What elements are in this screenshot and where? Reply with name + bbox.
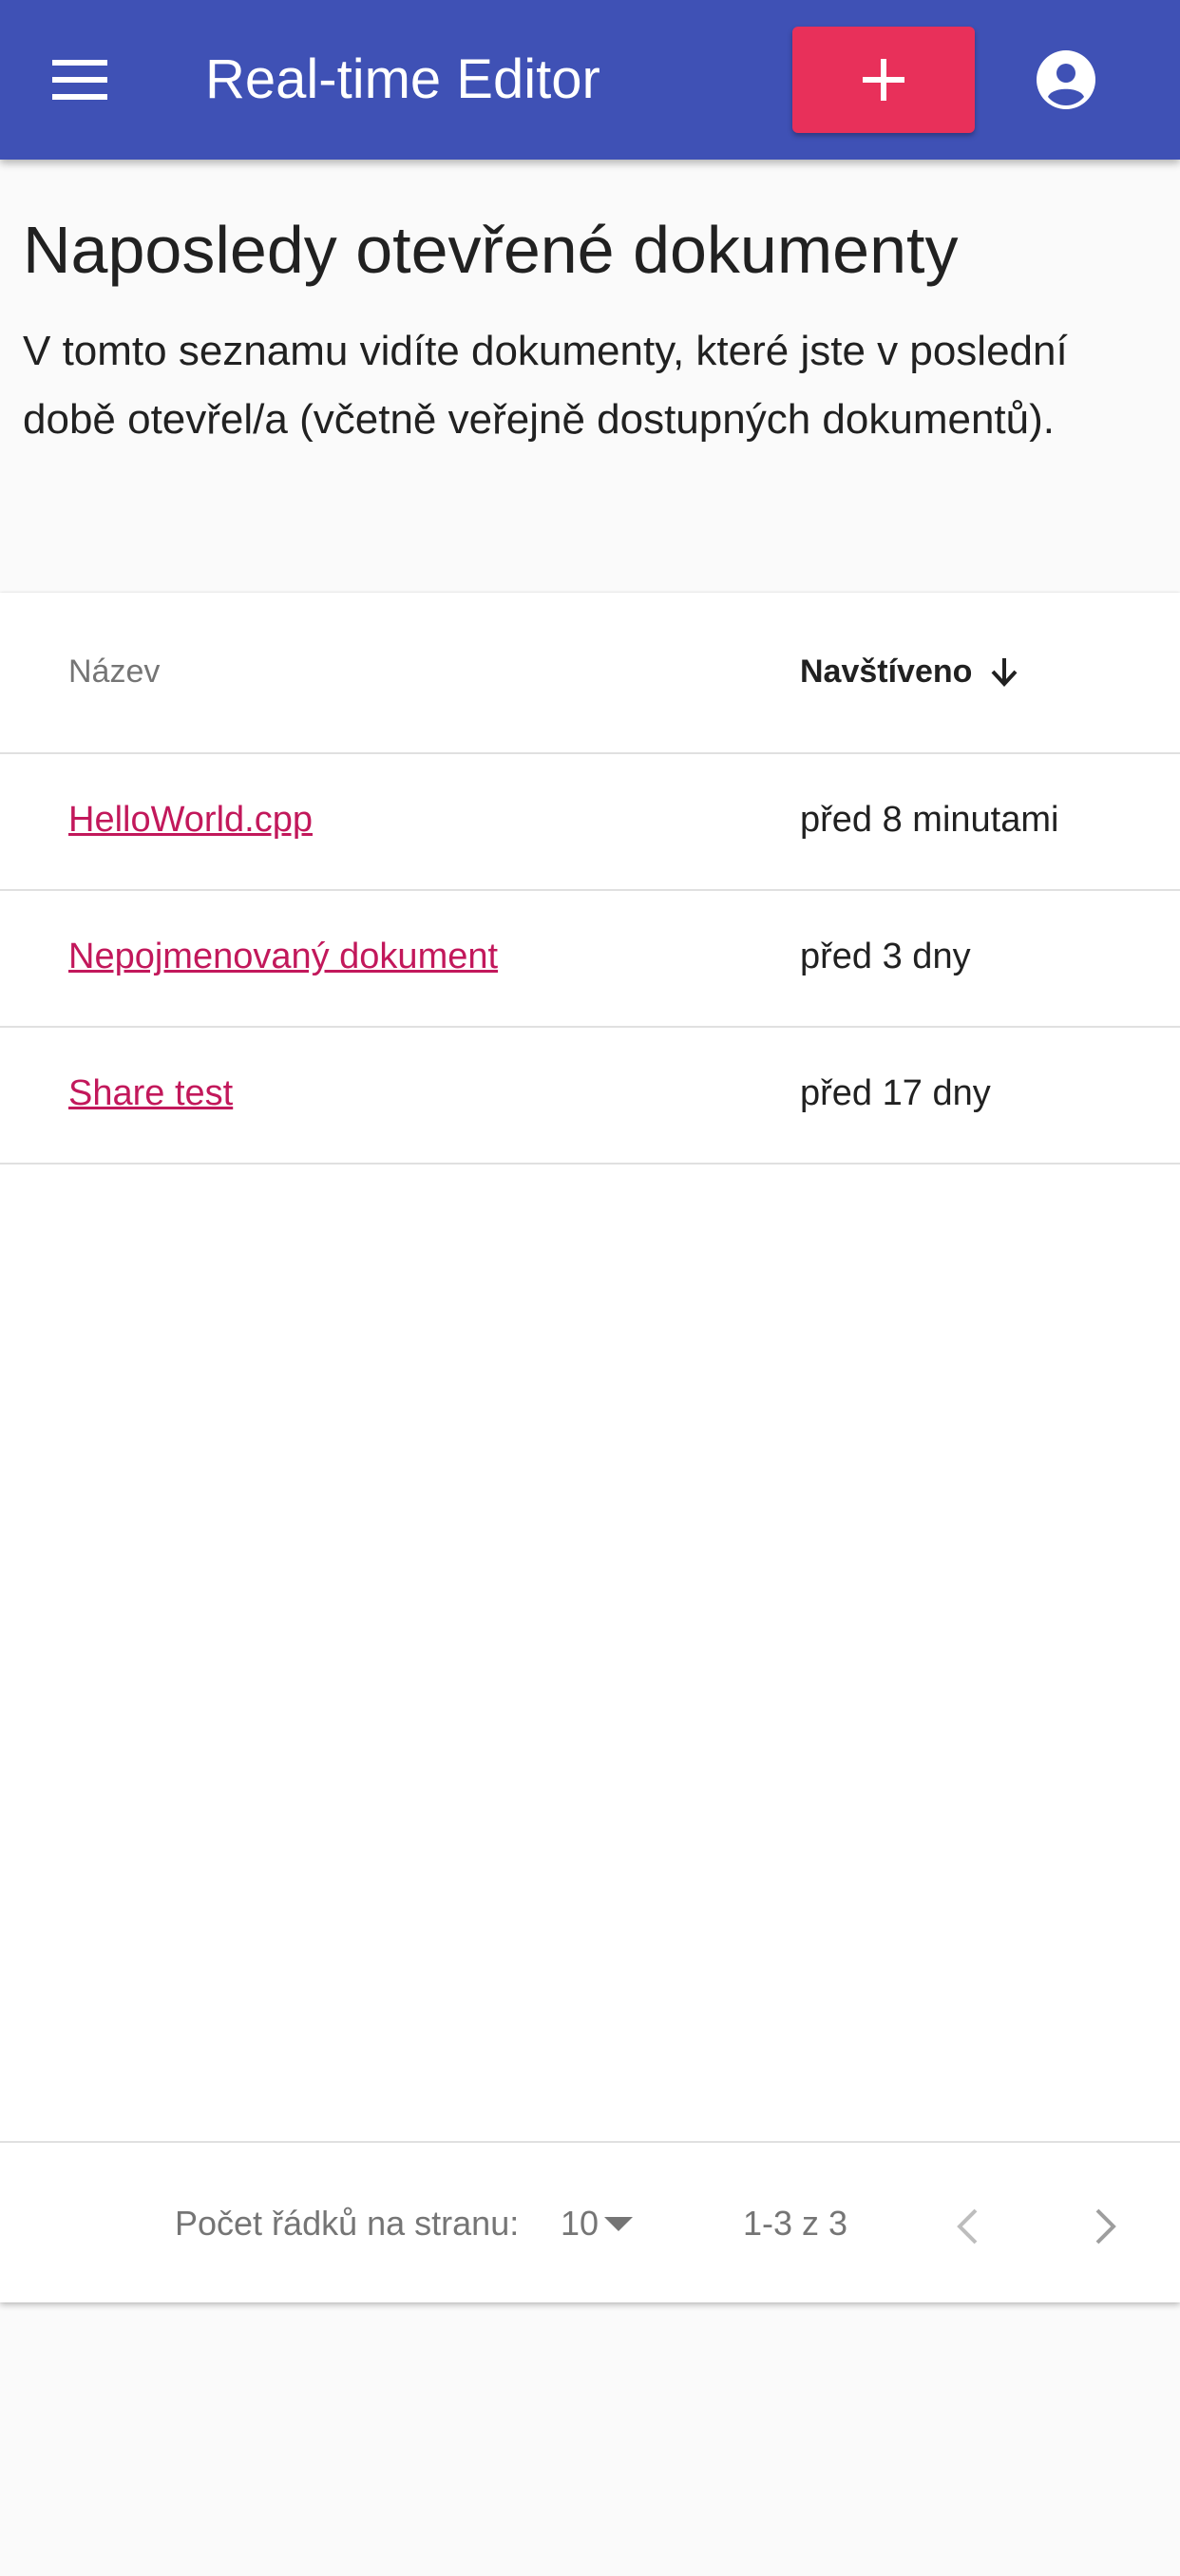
- document-link[interactable]: Nepojmenovaný dokument: [68, 933, 498, 980]
- menu-icon: [52, 60, 107, 100]
- next-page-button[interactable]: [1070, 2190, 1142, 2263]
- recent-documents-table: Název Navštíveno HelloWorld.cpp před 8 m…: [0, 593, 1180, 2302]
- chevron-left-icon: [955, 2207, 980, 2245]
- table-header: Název Navštíveno: [0, 593, 1180, 754]
- visited-time: před 8 minutami: [800, 800, 1059, 840]
- rows-per-page-label: Počet řádků na stranu:: [175, 2204, 520, 2243]
- pagination: Počet řádků na stranu: 10 1-3 z 3: [0, 2141, 1180, 2304]
- account-circle-icon: [1037, 50, 1095, 109]
- rows-per-page-select[interactable]: 10: [561, 2198, 634, 2249]
- document-link[interactable]: Share test: [68, 1070, 233, 1117]
- page-title: Naposledy otevřené dokumenty: [23, 213, 959, 287]
- new-document-button[interactable]: [792, 27, 975, 133]
- page-range: 1-3 z 3: [743, 2204, 848, 2243]
- column-header-name[interactable]: Název: [68, 648, 160, 695]
- arrow-down-icon: [987, 654, 1021, 689]
- app-title: Real-time Editor: [205, 48, 600, 110]
- plus-icon: [863, 59, 904, 101]
- column-header-visited[interactable]: Navštíveno: [800, 646, 1021, 697]
- visited-time: před 17 dny: [800, 1073, 991, 1113]
- rows-per-page-value: 10: [561, 2204, 600, 2243]
- app-bar: Real-time Editor: [0, 0, 1180, 160]
- caret-down-icon: [604, 2215, 634, 2232]
- table-row: Share test před 17 dny: [0, 1028, 1180, 1165]
- page-description: V tomto seznamu vidíte dokumenty, které …: [23, 328, 1068, 443]
- visited-time: před 3 dny: [800, 937, 971, 976]
- table-row: HelloWorld.cpp před 8 minutami: [0, 754, 1180, 891]
- previous-page-button[interactable]: [931, 2190, 1003, 2263]
- document-link[interactable]: HelloWorld.cpp: [68, 796, 313, 843]
- column-header-visited-label: Navštíveno: [800, 653, 973, 690]
- account-button[interactable]: [1018, 32, 1113, 127]
- chevron-right-icon: [1094, 2207, 1118, 2245]
- table-row: Nepojmenovaný dokument před 3 dny: [0, 891, 1180, 1028]
- menu-button[interactable]: [29, 32, 131, 127]
